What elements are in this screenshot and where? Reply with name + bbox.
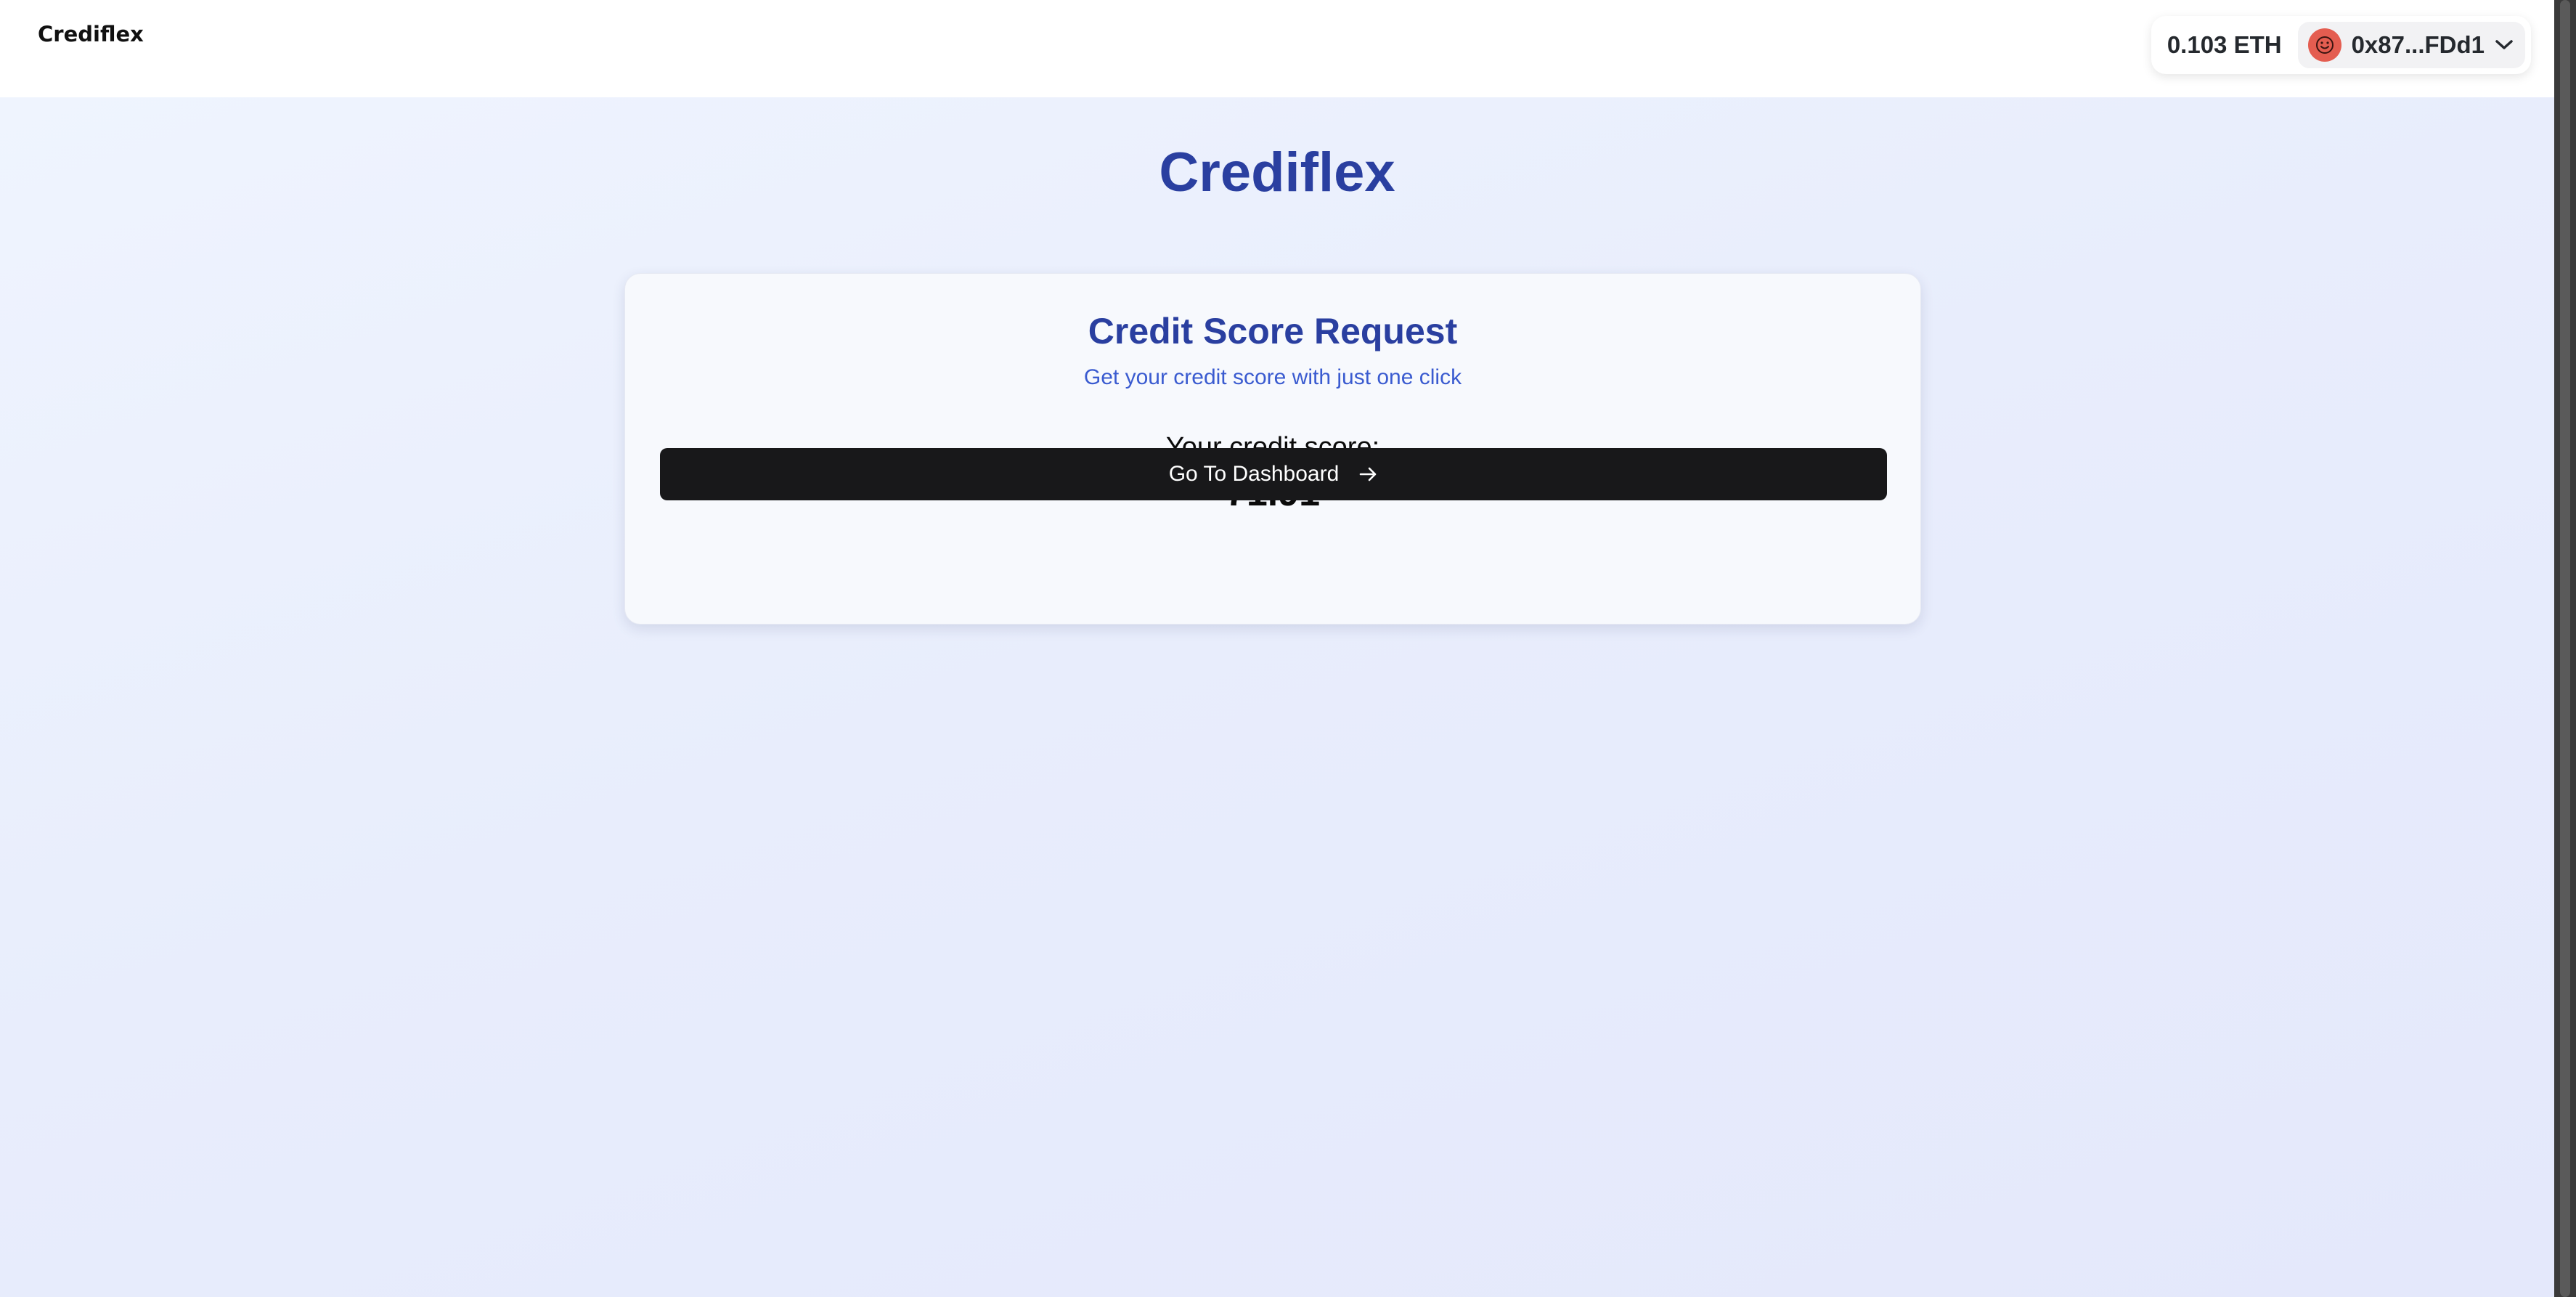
top-bar: Crediflex 0.103 ETH 0x87...FDd1 bbox=[0, 0, 2554, 97]
brand-logo-text[interactable]: Crediflex bbox=[38, 22, 144, 46]
go-to-dashboard-button[interactable]: Go To Dashboard bbox=[660, 448, 1887, 500]
main-content: Crediflex Credit Score Request Get your … bbox=[0, 97, 2554, 1297]
wallet-balance[interactable]: 0.103 ETH bbox=[2167, 31, 2298, 59]
scrollbar-thumb[interactable] bbox=[2560, 0, 2570, 1297]
window-scrollbar[interactable] bbox=[2554, 0, 2576, 1297]
credit-score-card: Credit Score Request Get your credit sco… bbox=[624, 273, 1921, 625]
card-subtitle: Get your credit score with just one clic… bbox=[1083, 365, 1462, 389]
wallet-connect-widget: 0.103 ETH 0x87...FDd1 bbox=[2151, 16, 2531, 74]
wallet-address: 0x87...FDd1 bbox=[2351, 31, 2485, 58]
page: Crediflex 0.103 ETH 0x87...FDd1 Credifle… bbox=[0, 0, 2576, 1297]
card-title: Credit Score Request bbox=[1088, 311, 1458, 351]
smiley-face-icon bbox=[2307, 28, 2341, 62]
arrow-right-icon bbox=[1359, 465, 1378, 484]
account-button[interactable]: 0x87...FDd1 bbox=[2297, 22, 2525, 68]
app-title: Crediflex bbox=[1159, 142, 1395, 203]
chevron-down-icon bbox=[2493, 34, 2515, 56]
go-to-dashboard-label: Go To Dashboard bbox=[1168, 462, 1340, 486]
